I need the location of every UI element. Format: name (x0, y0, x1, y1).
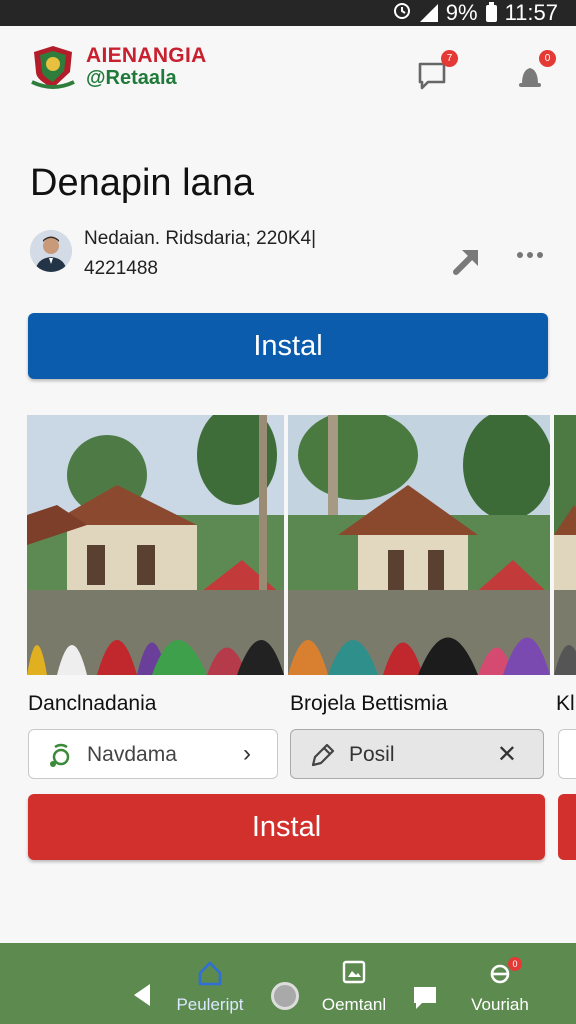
more-options-button[interactable] (514, 244, 550, 266)
crest-logo-icon (31, 46, 75, 89)
chip-3[interactable] (558, 729, 576, 779)
nav-label-vouriah: Vouriah (471, 995, 529, 1014)
close-icon[interactable]: ✕ (497, 740, 517, 769)
card-title-3: Kl (556, 692, 575, 715)
status-bar: 9% 11:57 (0, 0, 576, 26)
install-red-button-next[interactable] (558, 794, 576, 860)
signal-icon (419, 4, 438, 22)
avatar[interactable] (30, 230, 72, 272)
nav-item-peuleript[interactable]: Peuleript (168, 955, 252, 1015)
brand-subtitle: @Retaala (86, 67, 177, 89)
navigate-chip[interactable]: Navdama › (28, 729, 278, 779)
nav-label-peuleript: Peuleript (176, 995, 244, 1014)
notifications-badge: 0 (539, 50, 556, 67)
post-chip-label: Posil (349, 743, 395, 766)
battery-icon (485, 1, 497, 22)
clock: 11:57 (504, 0, 558, 25)
nav-item-oemtanl[interactable]: Oemtanl (316, 955, 392, 1015)
post-chip[interactable]: Posil ✕ (290, 729, 544, 779)
publisher-id: 4221488 (84, 258, 158, 279)
chevron-right-icon: › (243, 740, 251, 767)
share-arrow-icon (453, 250, 478, 275)
location-icon (50, 743, 70, 767)
chat-bubble-icon (414, 987, 436, 1009)
install-red-button[interactable]: Instal (28, 794, 545, 860)
alarm-icon (392, 0, 412, 26)
messages-button[interactable]: 7 (412, 50, 458, 94)
messages-badge: 7 (441, 50, 458, 67)
nav-item-chat[interactable] (412, 955, 438, 1015)
more-dots-icon (517, 252, 543, 258)
navigate-chip-label: Navdama (87, 743, 177, 766)
battery-percent: 9% (445, 0, 478, 25)
brand-name: AIENANGIA (86, 44, 207, 67)
card-title-1: Danclnadania (28, 692, 157, 715)
home-circle-icon[interactable] (271, 982, 299, 1010)
back-icon[interactable] (134, 984, 150, 1006)
page-title: Denapin lana (30, 162, 254, 204)
notifications-button[interactable]: 0 (510, 50, 556, 94)
nav-badge: 0 (508, 957, 522, 971)
install-button[interactable]: Instal (28, 313, 548, 379)
pencil-icon (311, 743, 335, 767)
share-button[interactable] (448, 242, 484, 278)
card-title-2: Brojela Bettismia (290, 692, 448, 715)
nav-item-vouriah[interactable]: 0 Vouriah (464, 955, 536, 1015)
publisher-info: Nedaian. Ridsdaria; 220K4| (84, 228, 317, 249)
gallery-icon (342, 960, 366, 984)
card-image-1[interactable] (27, 415, 284, 675)
home-icon (198, 961, 222, 986)
nav-label-oemtanl: Oemtanl (321, 995, 387, 1014)
card-image-3[interactable] (554, 415, 576, 675)
card-image-2[interactable] (288, 415, 550, 675)
